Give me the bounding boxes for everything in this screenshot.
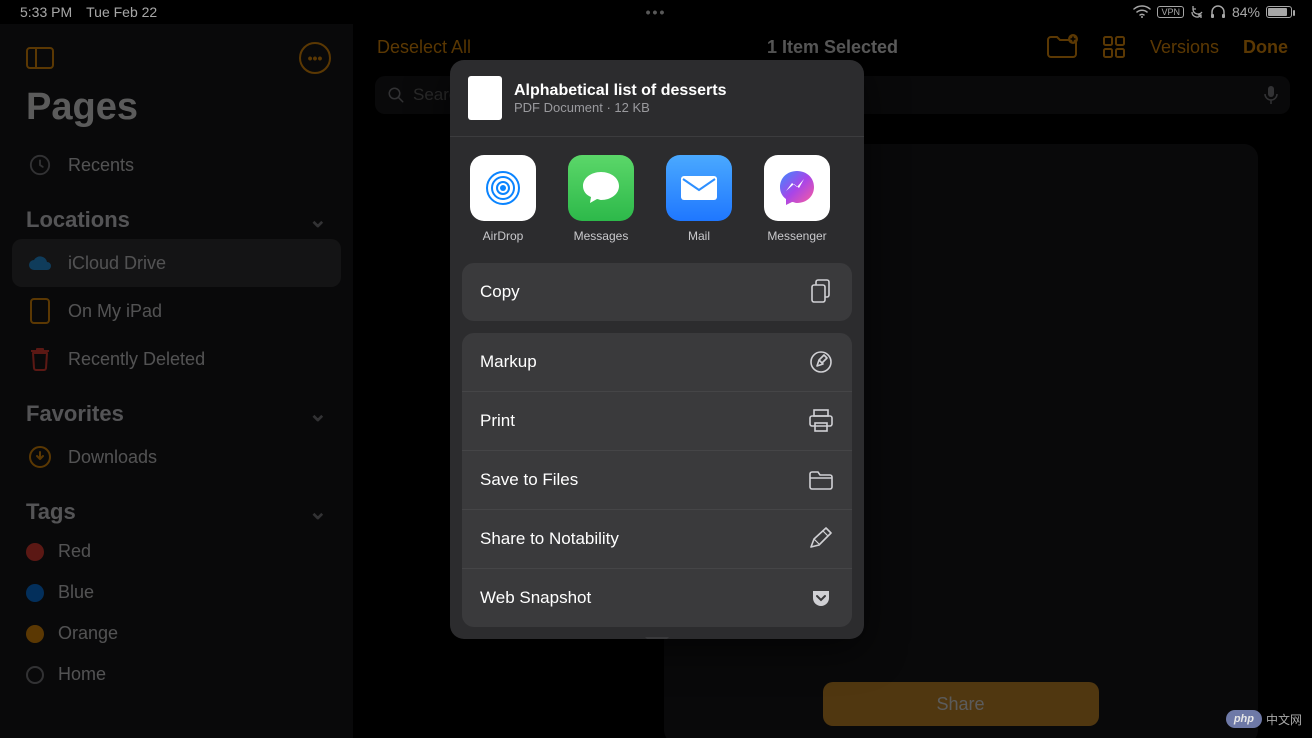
share-app-partial[interactable]: D [860, 155, 864, 243]
print-icon [808, 408, 834, 434]
mail-icon [666, 155, 732, 221]
document-thumbnail-icon [468, 76, 502, 120]
share-doc-title: Alphabetical list of desserts [514, 82, 727, 100]
share-app-mail[interactable]: Mail [664, 155, 734, 243]
popover-tail [645, 637, 669, 639]
messenger-icon [764, 155, 830, 221]
share-sheet: Alphabetical list of desserts PDF Docume… [450, 60, 864, 639]
action-list-card: Markup Print Save to Files Share to Nota… [462, 333, 852, 627]
markup-icon [808, 349, 834, 375]
share-sheet-header: Alphabetical list of desserts PDF Docume… [450, 60, 864, 136]
action-save-to-files[interactable]: Save to Files [462, 451, 852, 509]
pencil-icon [808, 526, 834, 552]
share-app-messages[interactable]: Messages [566, 155, 636, 243]
share-app-messenger[interactable]: Messenger [762, 155, 832, 243]
action-markup[interactable]: Markup [462, 333, 852, 391]
action-share-notability[interactable]: Share to Notability [462, 510, 852, 568]
pocket-icon [808, 585, 834, 611]
share-app-airdrop[interactable]: AirDrop [468, 155, 538, 243]
action-print[interactable]: Print [462, 392, 852, 450]
folder-icon [808, 467, 834, 493]
share-apps-row[interactable]: AirDrop Messages Mail Messenger D [450, 137, 864, 257]
airdrop-icon [470, 155, 536, 221]
copy-icon [808, 279, 834, 305]
share-doc-subtitle: PDF Document · 12 KB [514, 100, 727, 115]
watermark: php 中文网 [1226, 710, 1302, 728]
action-web-snapshot[interactable]: Web Snapshot [462, 569, 852, 627]
messages-icon [568, 155, 634, 221]
action-copy-card: Copy [462, 263, 852, 321]
action-copy[interactable]: Copy [462, 263, 852, 321]
